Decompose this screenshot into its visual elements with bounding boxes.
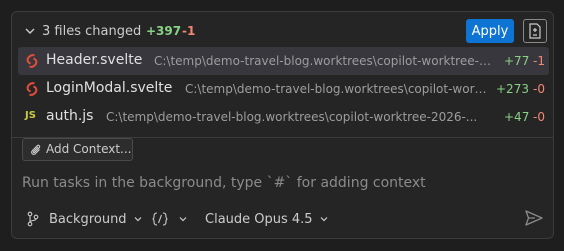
js-icon: JS — [25, 110, 36, 121]
mode-dropdown[interactable]: Background — [26, 208, 143, 230]
changes-summary[interactable]: 3 files changed +397 -1 Apply — [12, 12, 553, 52]
paperclip-icon — [31, 144, 41, 155]
file-path: C:\temp\demo-travel-blog.worktrees\copil… — [154, 54, 494, 68]
file-name: LoginModal.svelte — [46, 80, 173, 96]
chevron-down-icon — [179, 217, 187, 222]
chat-input-panel: 3 files changed +397 -1 Apply Header.sve… — [11, 11, 554, 239]
branch-icon — [27, 211, 39, 227]
file-row-auth-js[interactable]: JS auth.js C:\temp\demo-travel-blog.work… — [18, 103, 549, 131]
send-icon[interactable] — [524, 208, 544, 228]
svelte-icon — [26, 54, 38, 68]
file-additions: +77 — [504, 54, 530, 68]
mode-label: Background — [49, 211, 127, 227]
files-changed-label: 3 files changed — [42, 24, 142, 39]
add-context-button[interactable]: Add Context... — [22, 138, 133, 161]
file-deletions: -0 — [533, 82, 545, 96]
file-path: C:\temp\demo-travel-blog.worktrees\copil… — [185, 82, 487, 96]
changed-files-list: Header.svelte C:\temp\demo-travel-blog.w… — [18, 47, 549, 131]
chevron-down-icon — [320, 217, 328, 222]
add-context-label: Add Context... — [46, 142, 132, 156]
file-path: C:\temp\demo-travel-blog.worktrees\copil… — [106, 110, 478, 124]
model-label: Claude Opus 4.5 — [205, 211, 313, 227]
file-additions: +47 — [504, 110, 530, 124]
view-file-button[interactable] — [523, 19, 547, 43]
apply-button[interactable]: Apply — [466, 19, 514, 43]
file-name: Header.svelte — [46, 52, 143, 68]
agent-icon — [152, 212, 168, 226]
total-deletions: -1 — [182, 24, 196, 38]
file-additions: +273 — [496, 82, 529, 96]
chevron-down-icon — [134, 217, 141, 222]
agent-picker[interactable] — [152, 208, 188, 230]
svelte-icon — [26, 82, 38, 96]
file-diff-icon — [529, 23, 541, 39]
file-row-loginmodal-svelte[interactable]: LoginModal.svelte C:\temp\demo-travel-bl… — [18, 75, 549, 103]
file-name: auth.js — [46, 108, 94, 124]
model-picker[interactable]: Claude Opus 4.5 — [205, 208, 329, 230]
file-deletions: -0 — [533, 110, 545, 124]
chevron-down-icon[interactable] — [24, 25, 36, 37]
file-row-header-svelte[interactable]: Header.svelte C:\temp\demo-travel-blog.w… — [18, 47, 549, 75]
file-deletions: -1 — [533, 54, 545, 68]
total-additions: +397 — [146, 24, 182, 38]
chat-input[interactable]: Run tasks in the background, type `#` fo… — [22, 175, 426, 191]
